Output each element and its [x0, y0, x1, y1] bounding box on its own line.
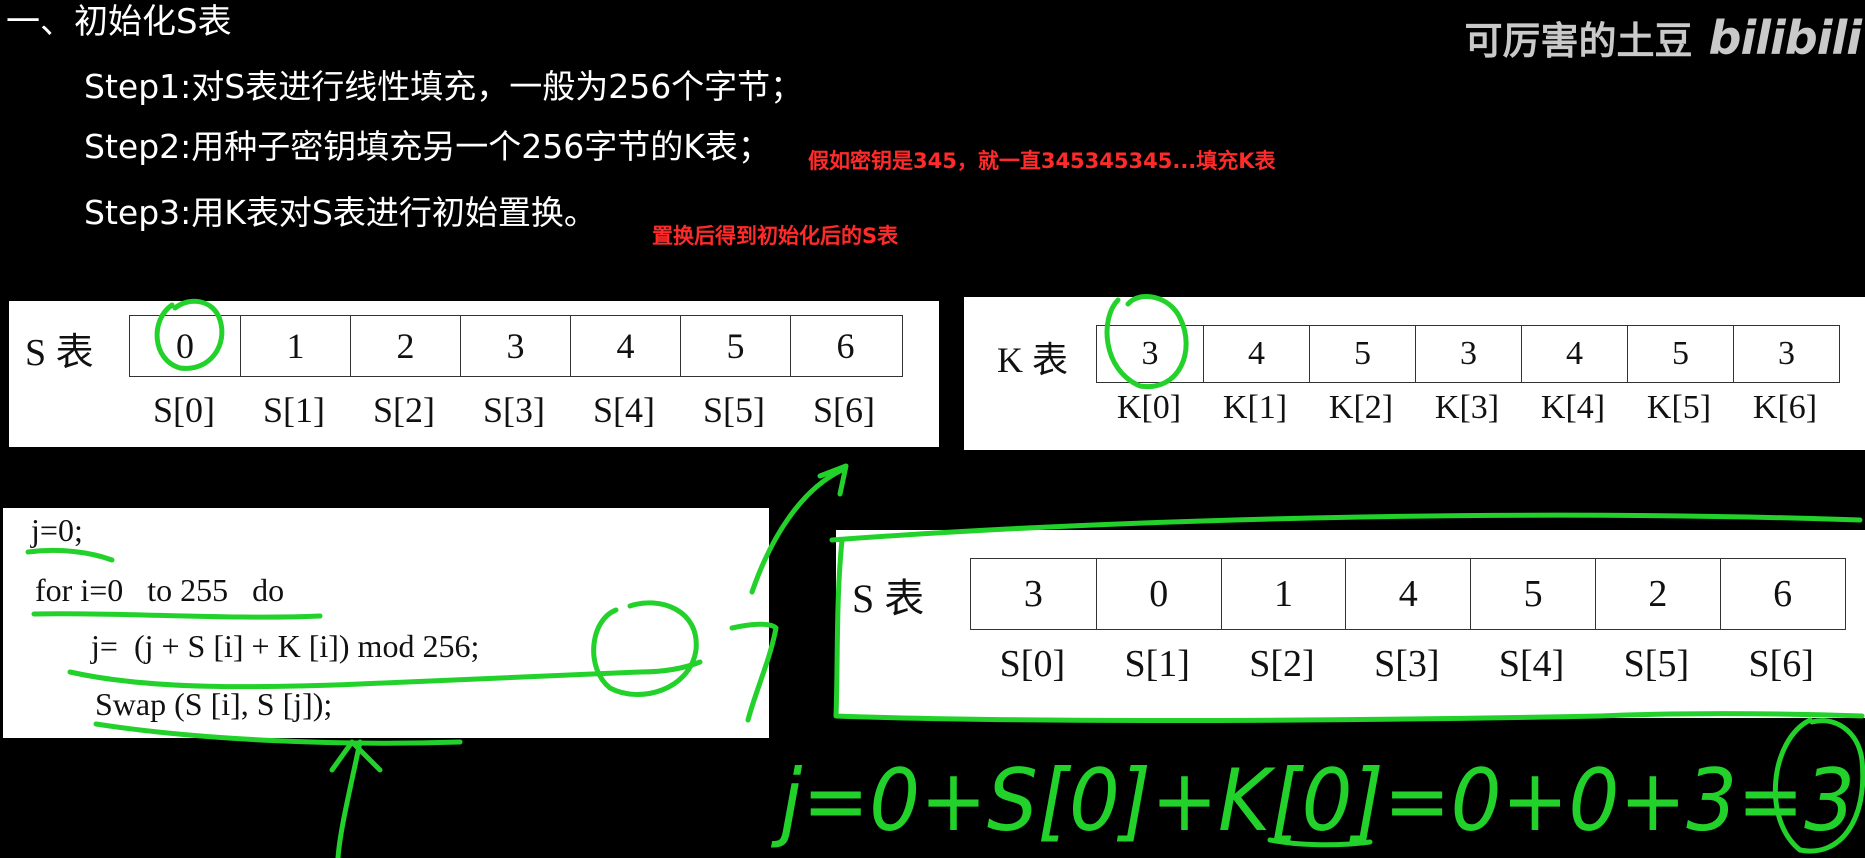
s-cell: 1: [240, 316, 350, 376]
s-result-cell: 5: [1470, 559, 1595, 629]
k-index: K[2]: [1328, 389, 1394, 426]
s-result-index: S[6]: [1748, 643, 1814, 685]
s-result-label: S 表: [852, 576, 925, 621]
uploader-name: 可厉害的土豆: [1464, 19, 1693, 63]
s-result-index: S[1]: [1124, 643, 1190, 685]
bilibili-logo: bilibili: [1708, 10, 1862, 65]
step-1: Step1:对S表进行线性填充，一般为256个字节；: [84, 67, 804, 106]
handwritten-equation: j=0+S[0]+K[0]=0+0+3=3: [771, 751, 1855, 851]
s-index: S[3]: [483, 390, 545, 430]
s-result-indices: S[0] S[1] S[2] S[3] S[4] S[5] S[6]: [970, 642, 1844, 686]
code-line-4: Swap (S [i], S [j]);: [95, 686, 333, 722]
s-result-cell: 3: [1023, 573, 1043, 615]
s-table-result-panel: S 表 3 0 1 4 5 2 6 S[0] S[1] S[2] S[3] S[…: [836, 530, 1865, 718]
k-cell: 4: [1521, 326, 1627, 382]
s-result-cell: 0: [1095, 559, 1221, 629]
s-cell: 2: [350, 316, 460, 376]
k-cell: 5: [1309, 326, 1415, 382]
s-index: S[2]: [373, 390, 435, 430]
s-table-indices: S[0] S[1] S[2] S[3] S[4] S[5] S[6]: [129, 389, 901, 431]
k-table-label: K 表: [997, 340, 1068, 380]
s-index: S[1]: [263, 390, 325, 430]
k-index: K[1]: [1222, 389, 1288, 426]
s-cell: 0: [176, 326, 194, 366]
result-note: 置换后得到初始化后的S表: [652, 224, 899, 248]
k-cell: 3: [1733, 326, 1839, 382]
k-cell: 3: [1141, 335, 1159, 372]
k-index: K[6]: [1752, 389, 1818, 426]
s-cell: 3: [460, 316, 570, 376]
s-result-cell: 1: [1220, 559, 1346, 629]
s-index: S[0]: [153, 390, 215, 430]
s-cell: 5: [680, 316, 790, 376]
key-fill-note: 假如密钥是345，就一直345345345...填充K表: [808, 149, 1276, 173]
circle-answer: [1772, 717, 1865, 854]
s-index: S[5]: [703, 390, 765, 430]
k-table-indices: K[0] K[1] K[2] K[3] K[4] K[5] K[6]: [1096, 389, 1838, 427]
code-line-3: j= (j + S [i] + K [i]) mod 256;: [91, 628, 480, 664]
s-table-label: S 表: [25, 332, 94, 374]
step-3: Step3:用K表对S表进行初始置换。: [84, 193, 597, 232]
section-title: 一、初始化S表: [6, 2, 232, 42]
s-cell: 6: [790, 316, 900, 376]
step-2: Step2:用种子密钥填充另一个256字节的K表；: [84, 127, 771, 166]
underline-zero: [1267, 837, 1373, 848]
arrow-up: [335, 739, 363, 858]
s-result-index: S[4]: [1498, 643, 1565, 685]
code-line-2: for i=0 to 255 do: [35, 572, 285, 608]
k-index: K[3]: [1434, 389, 1500, 426]
s-result-cell: 6: [1719, 559, 1845, 629]
k-cell: 3: [1415, 326, 1521, 382]
s-index: S[4]: [593, 390, 655, 430]
s-result-index: S[3]: [1374, 643, 1440, 685]
s-result-cell: 4: [1345, 559, 1470, 629]
k-cell: 4: [1203, 326, 1309, 382]
k-index: K[5]: [1646, 389, 1712, 426]
s-result-cell: 2: [1594, 559, 1720, 629]
s-result-cells: 3 0 1 4 5 2 6: [970, 558, 1846, 630]
s-table-panel: S 表 0 1 2 3 4 5 6 S[0] S[1] S[2] S[3] S[…: [9, 301, 939, 447]
s-result-index: S[0]: [999, 643, 1066, 685]
code-panel: j=0; for i=0 to 255 do j= (j + S [i] + K…: [3, 508, 769, 738]
code-line-1: j=0;: [31, 512, 83, 548]
s-result-index: S[2]: [1249, 643, 1315, 685]
s-cell: 4: [570, 316, 680, 376]
k-table-cells: 3 4 5 3 4 5 3: [1096, 325, 1840, 383]
s-index: S[6]: [813, 390, 875, 430]
k-index: K[4]: [1540, 389, 1606, 426]
s-table-cells: 0 1 2 3 4 5 6: [129, 315, 903, 377]
brand-watermark: 可厉害的土豆 bilibili: [1464, 10, 1862, 65]
k-table-panel: K 表 3 4 5 3 4 5 3 K[0] K[1] K[2] K[3] K[…: [964, 297, 1865, 450]
s-result-index: S[5]: [1623, 643, 1690, 685]
k-index: K[0]: [1116, 389, 1182, 426]
k-cell: 5: [1627, 326, 1733, 382]
